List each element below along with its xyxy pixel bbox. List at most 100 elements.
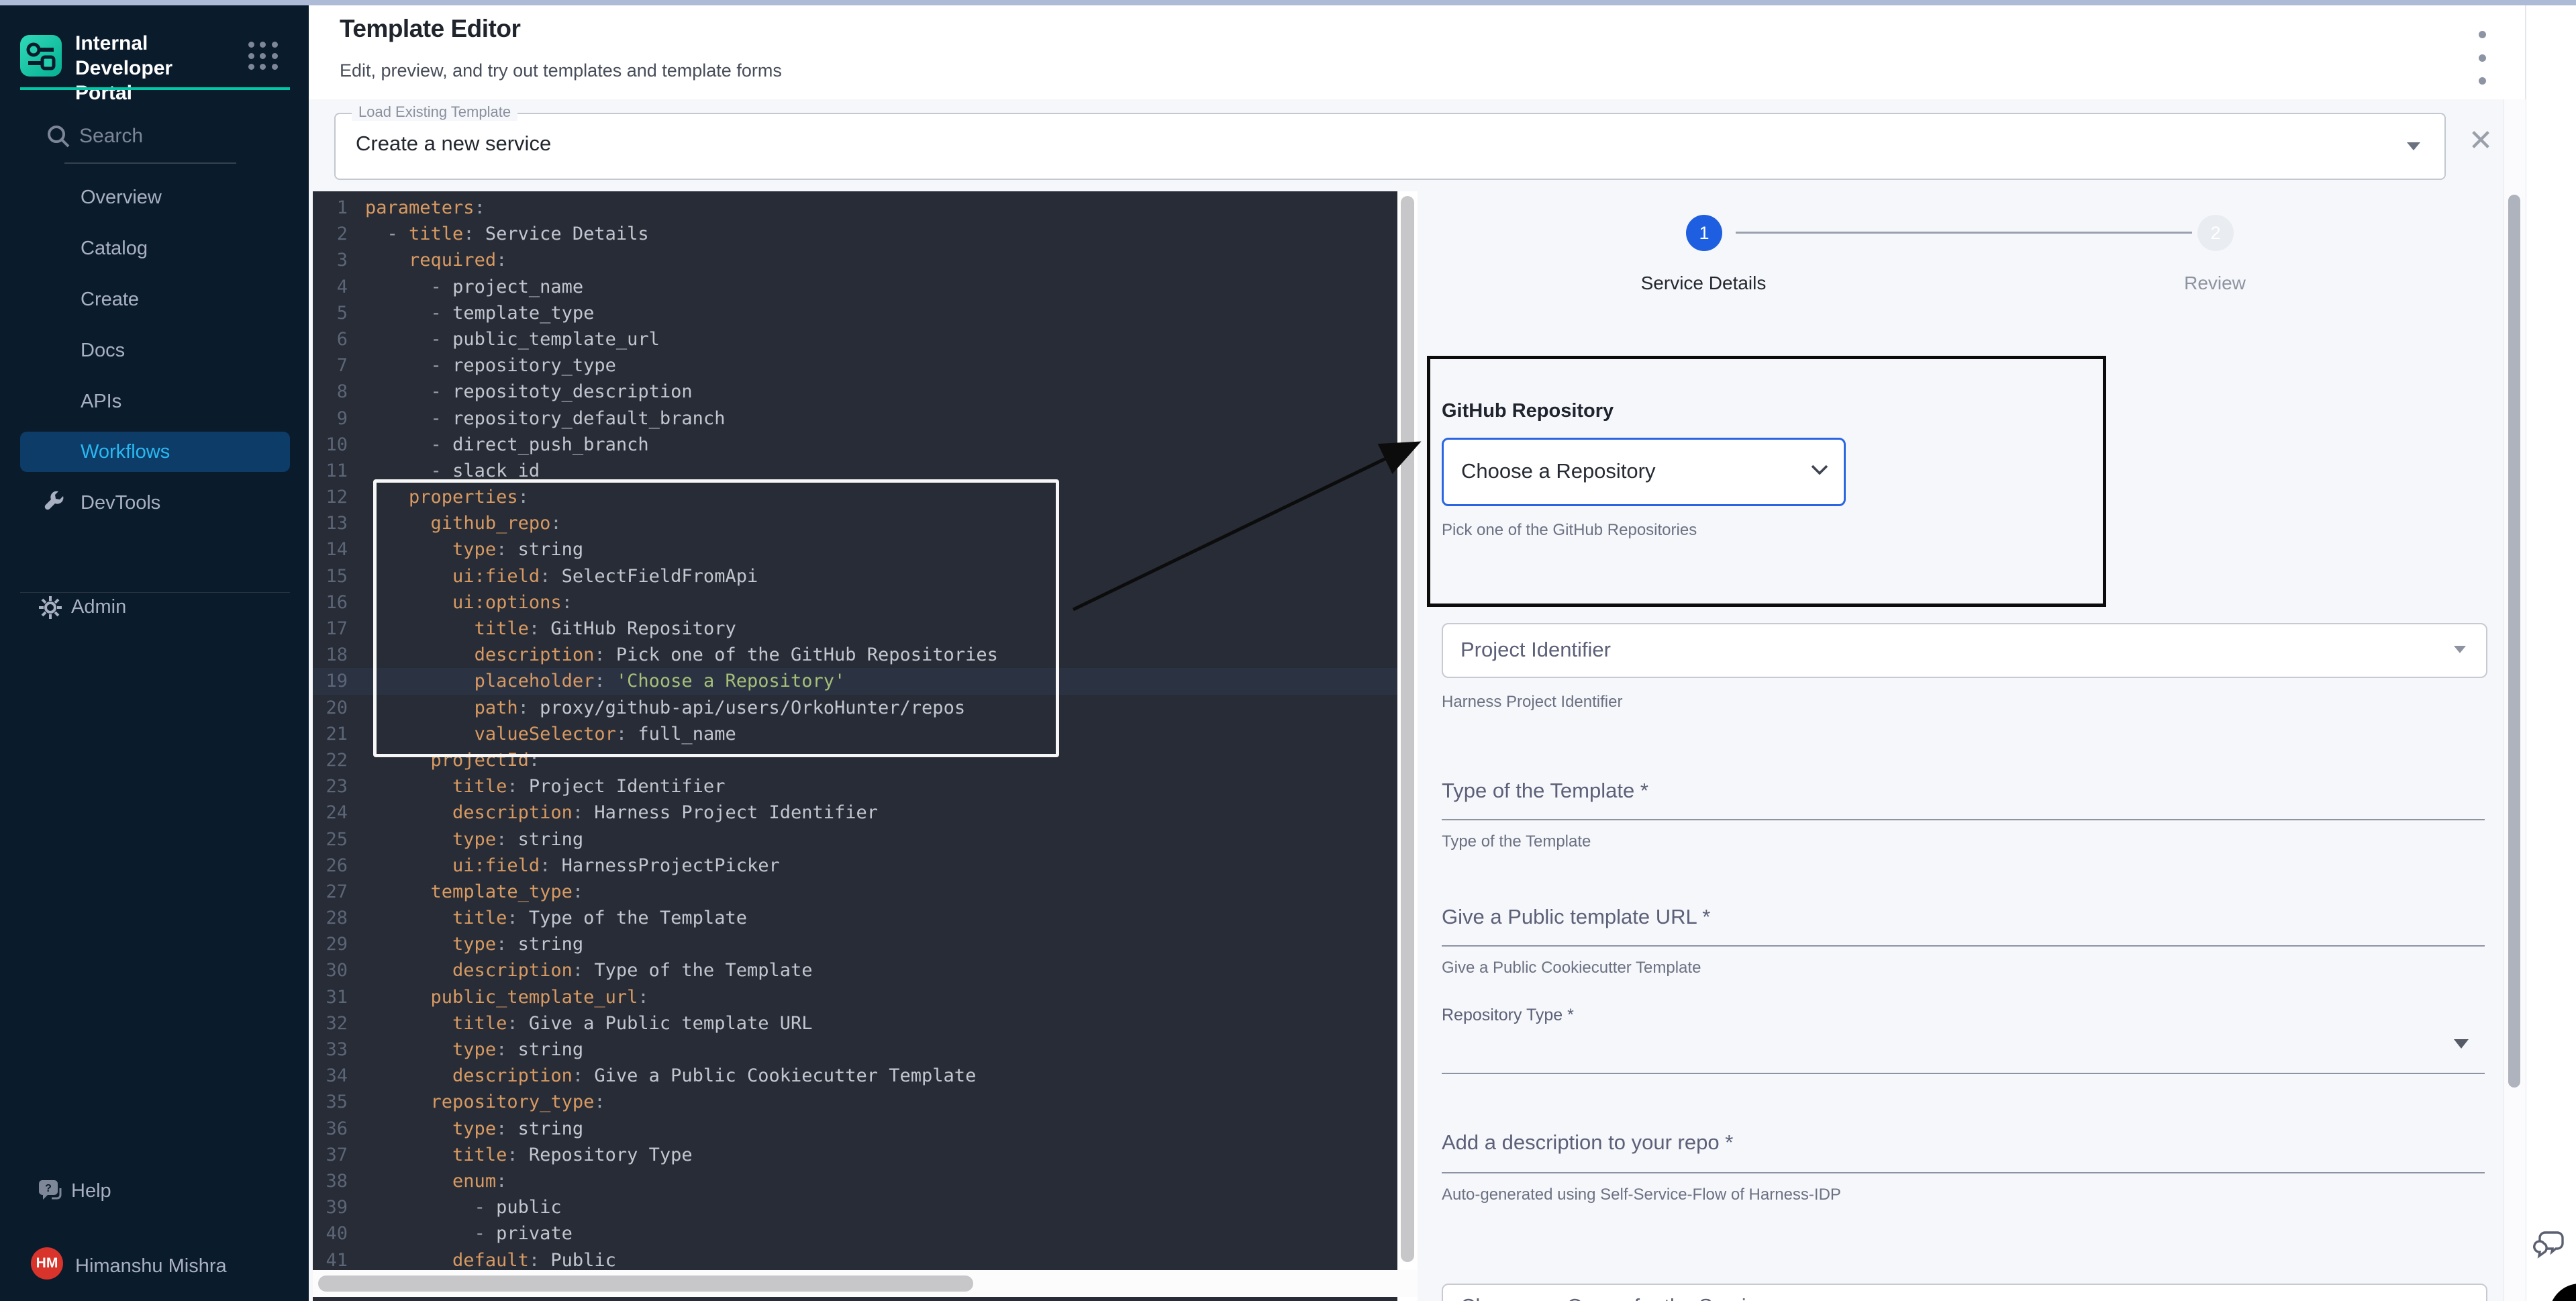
clear-template-button[interactable]: ✕: [2465, 125, 2497, 157]
code-line[interactable]: 4 - project_name: [313, 274, 1397, 300]
line-number: 33: [313, 1037, 348, 1063]
line-number: 2: [313, 221, 348, 247]
code-line[interactable]: 32 title: Give a Public template URL: [313, 1010, 1397, 1037]
line-number: 35: [313, 1089, 348, 1115]
line-number: 12: [313, 484, 348, 510]
stepper-connector: [1736, 232, 2192, 234]
line-number: 31: [313, 984, 348, 1010]
code-line[interactable]: 33 type: string: [313, 1037, 1397, 1063]
public-template-url-underline: [1442, 945, 2485, 947]
code-line[interactable]: 3 required:: [313, 247, 1397, 273]
code-line[interactable]: 37 title: Repository Type: [313, 1142, 1397, 1168]
code-line[interactable]: 9 - repository_default_branch: [313, 405, 1397, 432]
load-template-value: Create a new service: [356, 132, 551, 156]
public-template-url-helper: Give a Public Cookiecutter Template: [1442, 959, 1701, 977]
line-number: 11: [313, 458, 348, 484]
code-line[interactable]: 5 - template_type: [313, 300, 1397, 326]
line-number: 27: [313, 879, 348, 905]
line-number: 7: [313, 352, 348, 379]
code-line[interactable]: 25 type: string: [313, 826, 1397, 853]
support-chat-icon[interactable]: [2530, 1223, 2569, 1262]
page-title: Template Editor: [340, 15, 520, 43]
project-identifier-placeholder: Project Identifier: [1460, 638, 1611, 662]
sidebar-search[interactable]: [40, 121, 268, 154]
line-number: 20: [313, 695, 348, 721]
editor-vertical-scrollbar-thumb[interactable]: [1401, 196, 1414, 1262]
sidebar-item-admin[interactable]: Admin: [20, 588, 290, 626]
code-line[interactable]: 31 public_template_url:: [313, 984, 1397, 1010]
sidebar-item-docs[interactable]: Docs: [20, 330, 290, 371]
idp-logo: [20, 35, 62, 77]
line-number: 18: [313, 642, 348, 668]
code-line[interactable]: 26 ui:field: HarnessProjectPicker: [313, 853, 1397, 879]
line-number: 4: [313, 274, 348, 300]
code-line[interactable]: 34 description: Give a Public Cookiecutt…: [313, 1063, 1397, 1089]
code-line[interactable]: 39 - public: [313, 1194, 1397, 1220]
editor-horizontal-scrollbar-thumb[interactable]: [318, 1275, 973, 1292]
header-kebab-menu[interactable]: [2469, 27, 2495, 89]
code-line[interactable]: 24 description: Harness Project Identifi…: [313, 800, 1397, 826]
sidebar: Internal Developer Portal Search Overvie…: [0, 5, 309, 1301]
code-line[interactable]: 8 - repositoty_description: [313, 379, 1397, 405]
load-template-combobox[interactable]: Load Existing Template Create a new serv…: [334, 113, 2446, 180]
stepper-label-review: Review: [2114, 273, 2316, 294]
code-line[interactable]: 2 - title: Service Details: [313, 221, 1397, 247]
sidebar-user[interactable]: HM Himanshu Mishra: [20, 1245, 295, 1285]
github-repo-select[interactable]: Choose a Repository: [1442, 438, 1846, 506]
code-line[interactable]: 6 - public_template_url: [313, 326, 1397, 352]
line-number: 36: [313, 1116, 348, 1142]
search-placeholder: Search: [79, 125, 143, 148]
sidebar-item-catalog[interactable]: Catalog: [20, 228, 290, 269]
user-name: Himanshu Mishra: [75, 1255, 227, 1278]
code-line[interactable]: 7 - repository_type: [313, 352, 1397, 379]
code-line[interactable]: 30 description: Type of the Template: [313, 957, 1397, 983]
code-line[interactable]: 29 type: string: [313, 931, 1397, 957]
code-annotation-box: [373, 479, 1059, 757]
code-line[interactable]: 35 repository_type:: [313, 1089, 1397, 1115]
stepper-step-1[interactable]: 1: [1686, 215, 1722, 251]
help-chat-icon: ?: [35, 1176, 67, 1208]
code-line[interactable]: 40 - private: [313, 1220, 1397, 1247]
sidebar-item-create[interactable]: Create: [20, 279, 290, 320]
template-type-field[interactable]: Type of the Template *: [1442, 779, 1648, 803]
line-number: 9: [313, 405, 348, 432]
line-number: 26: [313, 853, 348, 879]
app-root: Internal Developer Portal Search Overvie…: [0, 0, 2576, 1301]
page-header: [309, 5, 2525, 101]
app-grid-icon[interactable]: [248, 42, 279, 71]
line-number: 8: [313, 379, 348, 405]
code-line[interactable]: 10 - direct_push_branch: [313, 432, 1397, 458]
public-template-url-field[interactable]: Give a Public template URL *: [1442, 905, 1710, 929]
sidebar-item-workflows[interactable]: Workflows: [20, 432, 290, 472]
page-subtitle: Edit, preview, and try out templates and…: [340, 60, 782, 81]
repository-type-select[interactable]: [1442, 1000, 2485, 1074]
template-type-helper: Type of the Template: [1442, 832, 1591, 851]
line-number: 14: [313, 536, 348, 563]
code-line[interactable]: 41 default: Public: [313, 1247, 1397, 1273]
idp-logo-glyph: [20, 35, 62, 77]
code-line[interactable]: 23 title: Project Identifier: [313, 773, 1397, 800]
code-line[interactable]: 27 template_type:: [313, 879, 1397, 905]
select-caret-icon: [2454, 646, 2466, 653]
sidebar-item-apis[interactable]: APIs: [20, 381, 290, 422]
repository-type-caret-icon: [2454, 1039, 2469, 1049]
sidebar-item-help[interactable]: ? Help: [20, 1172, 290, 1210]
code-line[interactable]: 38 enum:: [313, 1168, 1397, 1194]
line-number: 16: [313, 589, 348, 616]
repo-description-helper: Auto-generated using Self-Service-Flow o…: [1442, 1186, 1841, 1204]
sidebar-item-devtools[interactable]: DevTools: [20, 483, 290, 523]
code-line[interactable]: 36 type: string: [313, 1116, 1397, 1142]
line-number: 24: [313, 800, 348, 826]
repo-description-field[interactable]: Add a description to your repo *: [1442, 1130, 1733, 1155]
combobox-caret-icon: [2407, 142, 2420, 150]
stepper-step-2[interactable]: 2: [2197, 215, 2234, 251]
form-scrollbar-thumb[interactable]: [2508, 195, 2520, 1088]
github-repo-label: GitHub Repository: [1442, 400, 1614, 422]
project-identifier-select[interactable]: Project Identifier: [1442, 623, 2487, 678]
code-line[interactable]: 28 title: Type of the Template: [313, 905, 1397, 931]
line-number: 30: [313, 957, 348, 983]
line-number: 39: [313, 1194, 348, 1220]
sidebar-item-overview[interactable]: Overview: [20, 177, 290, 218]
owner-select[interactable]: Choose an Owner for the Service: [1442, 1284, 2487, 1301]
code-line[interactable]: 1parameters:: [313, 195, 1397, 221]
